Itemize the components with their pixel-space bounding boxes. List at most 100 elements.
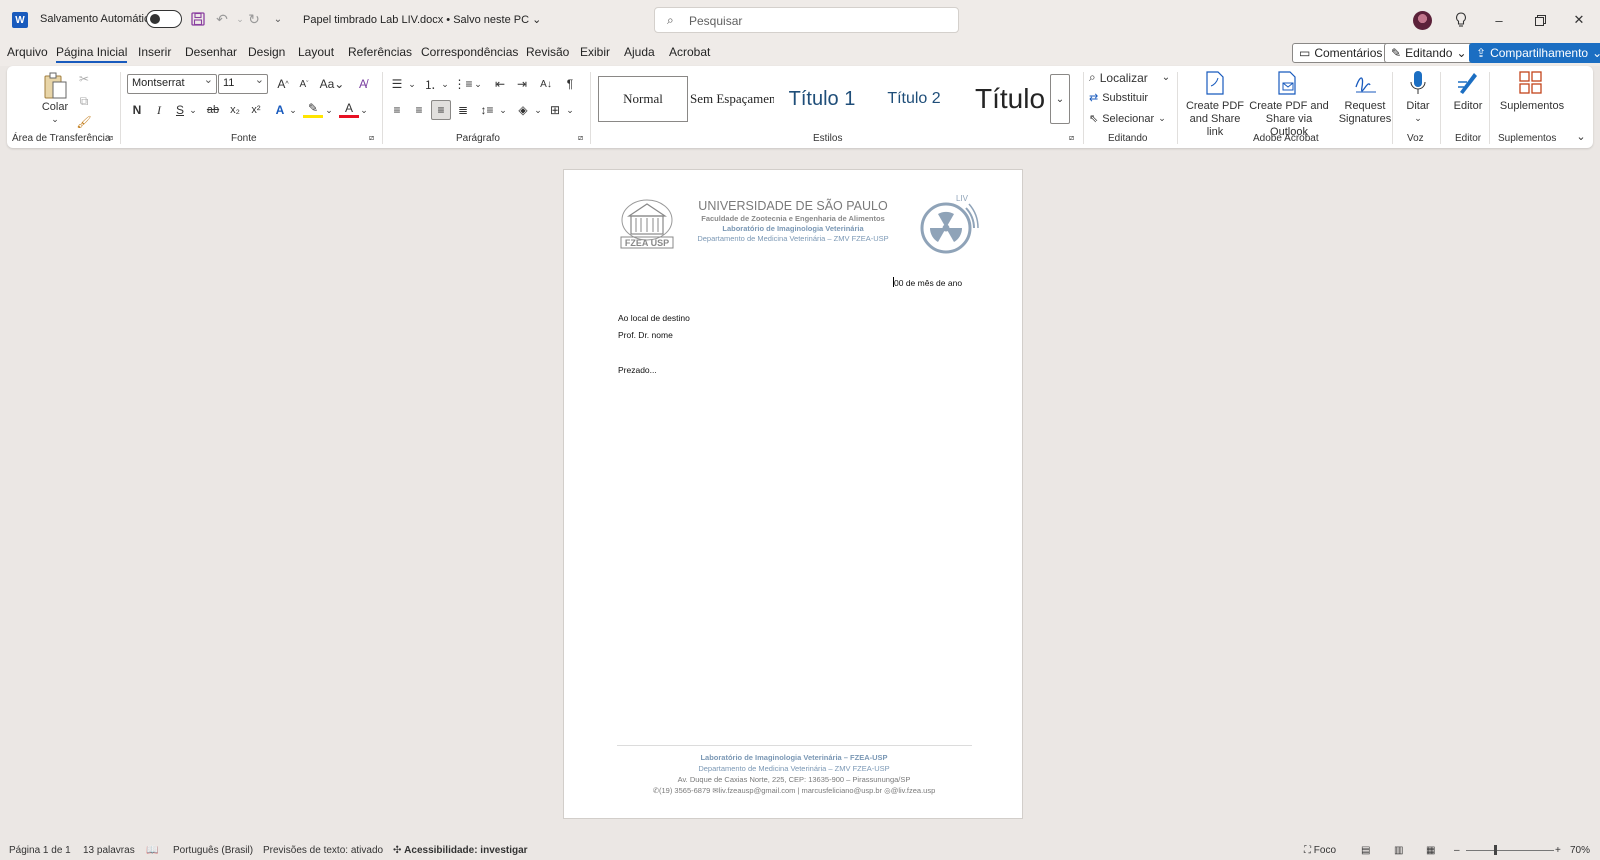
align-right-icon[interactable]: ≡	[431, 100, 451, 120]
redo-icon[interactable]: ↻	[245, 10, 263, 28]
page-count[interactable]: Página 1 de 1	[9, 845, 71, 856]
recipient-line-2[interactable]: Prof. Dr. nome	[618, 330, 673, 340]
dialog-launcher-icon[interactable]: ⧄	[578, 133, 583, 143]
align-center-icon[interactable]: ≡	[409, 100, 429, 120]
multilevel-dropdown-icon[interactable]: ⌄	[468, 74, 488, 94]
style-heading-2[interactable]: Título 2	[870, 76, 958, 122]
avatar[interactable]	[1413, 11, 1432, 30]
pdf-outlook-icon[interactable]	[1275, 70, 1299, 96]
save-icon[interactable]	[189, 10, 207, 28]
shrink-font-icon[interactable]: Aˇ	[294, 74, 314, 94]
tab-acrobat[interactable]: Acrobat	[669, 45, 710, 59]
style-heading-1[interactable]: Título 1	[778, 76, 866, 122]
zoom-in-icon[interactable]: +	[1555, 845, 1561, 856]
increase-indent-icon[interactable]: ⇥	[512, 74, 532, 94]
select-button[interactable]: ⇖ Selecionar ⌄	[1089, 112, 1166, 126]
minimize-icon[interactable]: –	[1490, 11, 1508, 29]
language-status[interactable]: Português (Brasil)	[173, 845, 253, 856]
tab-correspondencias[interactable]: Correspondências	[421, 45, 518, 59]
numbering-dropdown-icon[interactable]: ⌄	[435, 74, 455, 94]
web-layout-icon[interactable]: ▦	[1426, 845, 1435, 856]
style-normal[interactable]: Normal	[598, 76, 688, 122]
paste-dropdown-icon[interactable]: ⌄	[49, 113, 61, 126]
focus-button[interactable]: ⛶ Foco	[1304, 845, 1336, 856]
proofing-icon[interactable]: 📖	[146, 845, 158, 856]
close-icon[interactable]: ✕	[1570, 11, 1588, 29]
strikethrough-icon[interactable]: ab	[203, 100, 223, 120]
tab-exibir[interactable]: Exibir	[580, 45, 610, 59]
text-effects-dropdown-icon[interactable]: ⌄	[283, 100, 303, 120]
customize-toolbar-icon[interactable]: ⌄	[269, 10, 287, 28]
bullets-dropdown-icon[interactable]: ⌄	[402, 74, 422, 94]
underline-dropdown-icon[interactable]: ⌄	[183, 100, 203, 120]
show-marks-icon[interactable]: ¶	[560, 74, 580, 94]
undo-icon[interactable]: ↶	[213, 10, 231, 28]
read-mode-icon[interactable]: ▤	[1361, 845, 1370, 856]
paste-icon[interactable]	[41, 71, 69, 101]
editing-mode-button[interactable]: ✎ Editando ⌄	[1384, 43, 1474, 63]
lightbulb-icon[interactable]	[1452, 11, 1470, 29]
clear-formatting-icon[interactable]: A̸	[353, 74, 373, 94]
tab-referencias[interactable]: Referências	[348, 45, 412, 59]
highlight-dropdown-icon[interactable]: ⌄	[319, 100, 339, 120]
change-case-icon[interactable]: Aa⌄	[319, 74, 345, 94]
signature-icon[interactable]	[1353, 70, 1379, 96]
word-count[interactable]: 13 palavras	[83, 845, 135, 856]
tab-revisao[interactable]: Revisão	[526, 45, 569, 59]
autosave-toggle[interactable]	[146, 10, 182, 28]
tab-inserir[interactable]: Inserir	[138, 45, 171, 59]
styles-gallery-more-icon[interactable]: ⌄	[1050, 74, 1070, 124]
create-pdf-share-link-button[interactable]: Create PDF and Share link	[1183, 100, 1247, 139]
zoom-slider-thumb[interactable]	[1494, 845, 1498, 855]
print-layout-icon[interactable]: ▥	[1394, 845, 1403, 856]
decrease-indent-icon[interactable]: ⇤	[490, 74, 510, 94]
document-title[interactable]: Papel timbrado Lab LIV.docx • Salvo nest…	[303, 13, 541, 26]
zoom-out-icon[interactable]: –	[1454, 845, 1460, 856]
zoom-level[interactable]: 70%	[1570, 845, 1590, 856]
addins-button[interactable]: Suplementos	[1497, 100, 1567, 113]
dialog-launcher-icon[interactable]: ⧄	[369, 133, 374, 143]
recipient-line-1[interactable]: Ao local de destino	[618, 313, 690, 323]
align-left-icon[interactable]: ≡	[387, 100, 407, 120]
tab-desenhar[interactable]: Desenhar	[185, 45, 237, 59]
share-button[interactable]: ⇪ Compartilhamento ⌄	[1469, 43, 1600, 63]
format-painter-icon[interactable]: 🖌	[74, 112, 94, 132]
salutation-line[interactable]: Prezado...	[618, 365, 657, 375]
tab-arquivo[interactable]: Arquivo	[7, 45, 48, 59]
justify-icon[interactable]: ≣	[453, 100, 473, 120]
microphone-icon[interactable]	[1407, 69, 1429, 99]
cut-icon[interactable]: ✂	[74, 69, 94, 89]
search-input[interactable]: ⌕ Pesquisar	[654, 7, 959, 33]
line-spacing-dropdown-icon[interactable]: ⌄	[493, 100, 513, 120]
addins-grid-icon[interactable]	[1518, 70, 1544, 96]
copy-icon[interactable]: ⧉	[74, 91, 94, 111]
collapse-ribbon-icon[interactable]: ⌄	[1571, 126, 1591, 146]
style-title[interactable]: Título	[962, 76, 1058, 122]
request-signatures-button[interactable]: Request Signatures	[1335, 100, 1395, 126]
italic-button[interactable]: I	[149, 100, 169, 120]
dictate-dropdown-icon[interactable]: ⌄	[1412, 112, 1424, 125]
zoom-slider[interactable]	[1466, 850, 1554, 851]
comments-button[interactable]: ▭ Comentários	[1292, 43, 1390, 63]
date-line[interactable]: 00 de mês de ano	[893, 277, 962, 288]
tab-ajuda[interactable]: Ajuda	[624, 45, 655, 59]
borders-dropdown-icon[interactable]: ⌄	[560, 100, 580, 120]
font-color-dropdown-icon[interactable]: ⌄	[354, 100, 374, 120]
bold-button[interactable]: N	[127, 100, 147, 120]
text-predictions-status[interactable]: Previsões de texto: ativado	[263, 845, 383, 856]
replace-button[interactable]: ⇄ Substituir	[1089, 91, 1148, 105]
font-size-combo[interactable]: 11	[218, 73, 268, 94]
editor-pen-icon[interactable]	[1455, 69, 1481, 99]
tab-layout[interactable]: Layout	[298, 45, 334, 59]
find-button[interactable]: ⌕ Localizar ⌄	[1089, 70, 1170, 85]
style-no-spacing[interactable]: Sem Espaçamento	[690, 76, 774, 122]
grow-font-icon[interactable]: A ^	[273, 74, 293, 94]
editor-button[interactable]: Editor	[1447, 100, 1489, 113]
dialog-launcher-icon[interactable]: ⧄	[108, 133, 113, 143]
tab-design[interactable]: Design	[248, 45, 285, 59]
pdf-link-icon[interactable]	[1203, 70, 1227, 96]
subscript-icon[interactable]: x₂	[225, 100, 245, 120]
superscript-icon[interactable]: x²	[246, 100, 266, 120]
dialog-launcher-icon[interactable]: ⧄	[1069, 133, 1074, 143]
document-page[interactable]: FZEA USP UNIVERSIDADE DE SÃO PAULO Facul…	[563, 169, 1023, 819]
